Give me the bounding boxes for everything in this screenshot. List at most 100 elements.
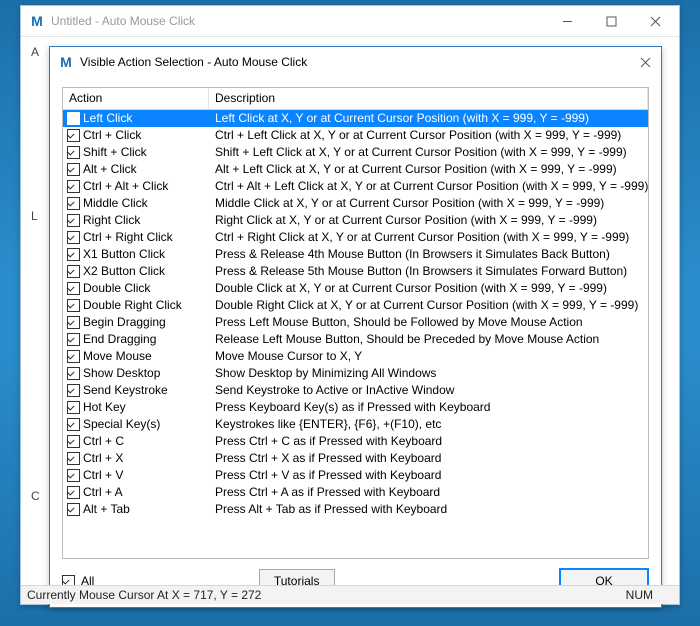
list-item[interactable]: Show DesktopShow Desktop by Minimizing A… [63, 365, 648, 382]
list-item[interactable]: Ctrl + APress Ctrl + A as if Pressed wit… [63, 484, 648, 501]
row-description: Press Ctrl + X as if Pressed with Keyboa… [209, 450, 648, 467]
list-item[interactable]: Alt + Tab Press Alt + Tab as if Pressed w… [63, 501, 648, 518]
dialog-titlebar[interactable]: M Visible Action Selection - Auto Mouse … [50, 47, 661, 77]
row-description: Double Right Click at X, Y or at Current… [209, 297, 648, 314]
main-titlebar[interactable]: M Untitled - Auto Mouse Click [21, 6, 679, 36]
list-item[interactable]: X1 Button Click Press & Release 4th Mouse… [63, 246, 648, 263]
list-item[interactable]: Right Click Right Click at X, Y or at Cur… [63, 212, 648, 229]
list-item[interactable]: Move MouseMove Mouse Cursor to X, Y [63, 348, 648, 365]
row-action-label: Ctrl + Alt + Click [83, 178, 168, 195]
col-description[interactable]: Description [209, 88, 648, 109]
main-title: Untitled - Auto Mouse Click [51, 14, 545, 28]
main-close-button[interactable] [633, 7, 677, 35]
list-item[interactable]: Middle Click Middle Click at X, Y or at C… [63, 195, 648, 212]
row-action-label: X1 Button Click [83, 246, 165, 263]
row-checkbox[interactable] [67, 197, 80, 210]
row-checkbox[interactable] [67, 486, 80, 499]
list-item[interactable]: End DraggingRelease Left Mouse Button, S… [63, 331, 648, 348]
list-item[interactable]: Ctrl + Right Click Ctrl + Right Click at … [63, 229, 648, 246]
list-item[interactable]: Double ClickDouble Click at X, Y or at C… [63, 280, 648, 297]
row-description: Alt + Left Click at X, Y or at Current C… [209, 161, 648, 178]
row-action-label: Hot Key [83, 399, 126, 416]
list-item[interactable]: Begin DraggingPress Left Mouse Button, S… [63, 314, 648, 331]
list-item[interactable]: Ctrl + ClickCtrl + Left Click at X, Y or… [63, 127, 648, 144]
row-checkbox[interactable] [67, 316, 80, 329]
list-item[interactable]: Special Key(s)Keystrokes like {ENTER}, {… [63, 416, 648, 433]
row-action-label: Alt + Tab [83, 501, 130, 518]
row-description: Move Mouse Cursor to X, Y [209, 348, 648, 365]
row-description: Right Click at X, Y or at Current Cursor… [209, 212, 648, 229]
list-item[interactable]: X2 Button Click Press & Release 5th Mouse… [63, 263, 648, 280]
list-item[interactable]: Hot Key Press Keyboard Key(s) as if Press… [63, 399, 648, 416]
row-checkbox[interactable] [67, 129, 80, 142]
statusbar: Currently Mouse Cursor At X = 717, Y = 2… [21, 585, 679, 604]
list-item[interactable]: Double Right Click Double Right Click at … [63, 297, 648, 314]
row-description: Press Keyboard Key(s) as if Pressed with… [209, 399, 648, 416]
row-action-label: Ctrl + Right Click [83, 229, 173, 246]
row-action-label: Right Click [83, 212, 140, 229]
row-checkbox[interactable] [67, 333, 80, 346]
list-item[interactable]: Alt + Click Alt + Left Click at X, Y or a… [63, 161, 648, 178]
row-action-label: Left Click [83, 110, 132, 127]
row-checkbox[interactable] [67, 163, 80, 176]
row-checkbox[interactable] [67, 469, 80, 482]
row-description: Press Alt + Tab as if Pressed with Keybo… [209, 501, 648, 518]
row-description: Press & Release 4th Mouse Button (In Bro… [209, 246, 648, 263]
dialog-close-button[interactable] [631, 48, 659, 76]
row-action-label: Double Right Click [83, 297, 182, 314]
row-checkbox[interactable] [67, 435, 80, 448]
main-minimize-button[interactable] [545, 7, 589, 35]
main-hint-l: L [31, 209, 38, 223]
row-checkbox[interactable] [67, 452, 80, 465]
list-item[interactable]: Shift + Click Shift + Left Click at X, Y … [63, 144, 648, 161]
row-checkbox[interactable] [67, 231, 80, 244]
row-action-label: Shift + Click [83, 144, 147, 161]
row-checkbox[interactable] [67, 367, 80, 380]
row-checkbox[interactable] [67, 350, 80, 363]
row-action-label: Ctrl + C [83, 433, 124, 450]
row-checkbox[interactable] [67, 180, 80, 193]
dialog-title: Visible Action Selection - Auto Mouse Cl… [80, 55, 631, 69]
statusbar-text: Currently Mouse Cursor At X = 717, Y = 2… [27, 588, 261, 602]
row-action-label: Alt + Click [83, 161, 137, 178]
main-maximize-button[interactable] [589, 7, 633, 35]
row-description: Double Click at X, Y or at Current Curso… [209, 280, 648, 297]
list-item[interactable]: Left Click Left Click at X, Y or at Curre… [63, 110, 648, 127]
row-checkbox[interactable] [67, 384, 80, 397]
row-checkbox[interactable] [67, 214, 80, 227]
app-icon: M [29, 13, 45, 29]
row-checkbox[interactable] [67, 146, 80, 159]
row-action-label: Show Desktop [83, 365, 160, 382]
list-item[interactable]: Ctrl + CPress Ctrl + C as if Pressed wit… [63, 433, 648, 450]
list-item[interactable]: Ctrl + Alt + ClickCtrl + Alt + Left Clic… [63, 178, 648, 195]
row-description: Send Keystroke to Active or InActive Win… [209, 382, 648, 399]
row-description: Left Click at X, Y or at Current Cursor … [209, 110, 648, 127]
listview-header[interactable]: Action Description [63, 88, 648, 110]
action-listview[interactable]: Action Description Left Click Left Click … [62, 87, 649, 559]
row-action-label: X2 Button Click [83, 263, 165, 280]
row-description: Middle Click at X, Y or at Current Curso… [209, 195, 648, 212]
list-item[interactable]: Send KeystrokeSend Keystroke to Active o… [63, 382, 648, 399]
row-checkbox[interactable] [67, 299, 80, 312]
row-checkbox[interactable] [67, 248, 80, 261]
list-item[interactable]: Ctrl + XPress Ctrl + X as if Pressed wit… [63, 450, 648, 467]
row-checkbox[interactable] [67, 112, 80, 125]
row-checkbox[interactable] [67, 418, 80, 431]
row-checkbox[interactable] [67, 401, 80, 414]
row-description: Shift + Left Click at X, Y or at Current… [209, 144, 648, 161]
scrollbar[interactable] [648, 88, 649, 558]
row-description: Keystrokes like {ENTER}, {F6}, +(F10), e… [209, 416, 648, 433]
row-description: Ctrl + Left Click at X, Y or at Current … [209, 127, 648, 144]
row-action-label: Middle Click [83, 195, 148, 212]
col-action[interactable]: Action [63, 88, 209, 109]
row-action-label: End Dragging [83, 331, 156, 348]
row-checkbox[interactable] [67, 503, 80, 516]
row-checkbox[interactable] [67, 282, 80, 295]
row-action-label: Ctrl + V [83, 467, 123, 484]
row-description: Ctrl + Right Click at X, Y or at Current… [209, 229, 648, 246]
dialog-body: Action Description Left Click Left Click … [50, 77, 661, 607]
list-item[interactable]: Ctrl + VPress Ctrl + V as if Pressed wit… [63, 467, 648, 484]
row-description: Press & Release 5th Mouse Button (In Bro… [209, 263, 648, 280]
main-hint-a: A [31, 45, 39, 59]
row-checkbox[interactable] [67, 265, 80, 278]
